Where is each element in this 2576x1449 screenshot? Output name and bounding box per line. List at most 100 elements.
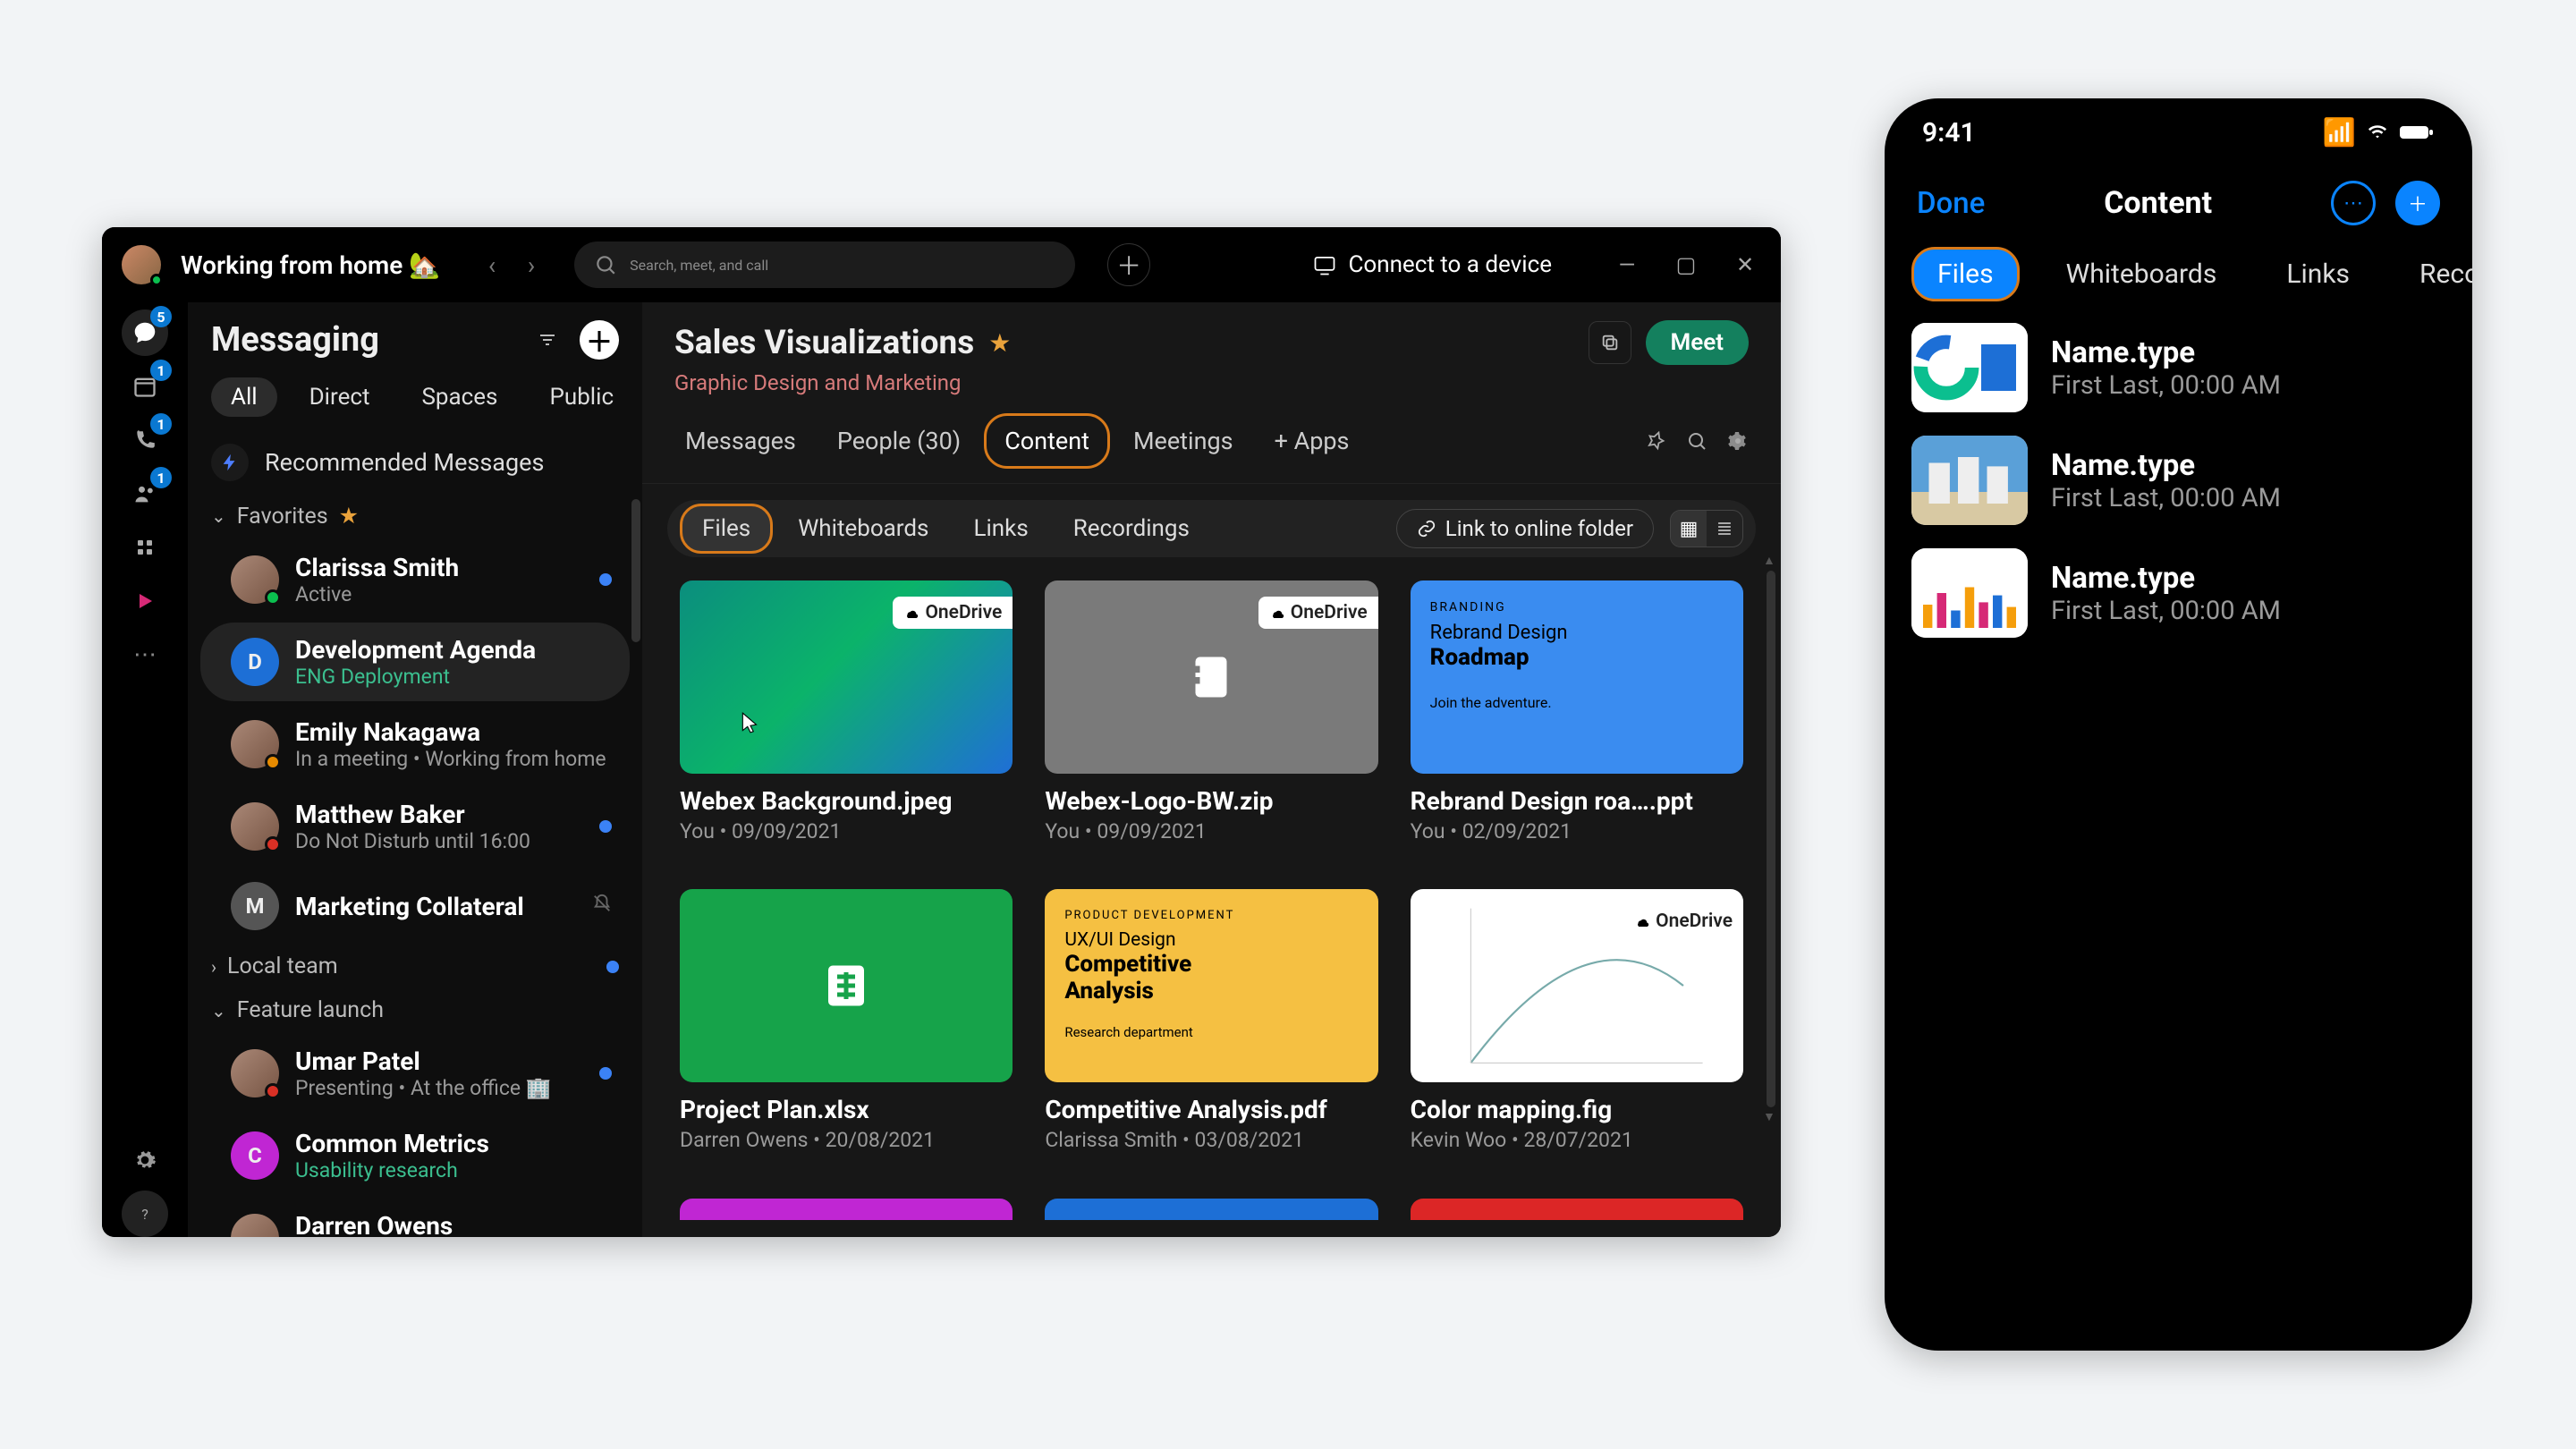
file-card[interactable]: OneDriveWebex-Logo-BW.zipYou • 09/09/202… (1045, 580, 1377, 860)
file-meta: First Last, 00:00 AM (2051, 370, 2281, 401)
subtab-recordings[interactable]: Recordings (1054, 506, 1209, 551)
file-meta: Clarissa Smith • 03/08/2021 (1045, 1128, 1377, 1152)
mobile-file-row[interactable]: Name.typeFirst Last, 00:00 AM (1911, 548, 2445, 638)
rail-help[interactable]: ? (122, 1191, 168, 1237)
add-button[interactable]: ＋ (1107, 243, 1150, 286)
copy-button[interactable] (1589, 321, 1631, 364)
conversation-item[interactable]: Clarissa SmithActive (200, 540, 630, 619)
avatar (231, 802, 279, 851)
user-status[interactable]: Working from home 🏡 (181, 250, 440, 280)
conversation-sub: Do Not Disturb until 16:00 (295, 829, 578, 853)
new-message-button[interactable]: ＋ (580, 320, 619, 360)
conversation-item[interactable]: DDevelopment AgendaENG Deployment (200, 623, 630, 701)
grid-icon (134, 537, 156, 558)
search-input[interactable]: Search, meet, and call (574, 242, 1075, 288)
conversation-name: Clarissa Smith (295, 553, 578, 582)
pin-icon[interactable] (1638, 423, 1674, 459)
tab-spaces[interactable]: Spaces (402, 377, 517, 417)
add-content-button[interactable]: ＋ (2395, 181, 2440, 225)
recommended-row[interactable]: Recommended Messages (188, 431, 642, 494)
copy-icon (1600, 333, 1620, 352)
user-avatar[interactable] (122, 245, 161, 284)
tab-messages[interactable]: Messages (667, 416, 814, 466)
done-button[interactable]: Done (1917, 186, 1985, 221)
avatar: D (231, 638, 279, 686)
conversation-item[interactable]: Umar PatelPresenting • At the office 🏢 (200, 1034, 630, 1113)
webex-desktop-window: Working from home 🏡 ‹ › Search, meet, an… (102, 227, 1781, 1237)
connect-device-button[interactable]: Connect to a device (1312, 251, 1552, 278)
grid-view-icon[interactable]: ▦ (1671, 511, 1707, 547)
tab-all[interactable]: All (211, 377, 277, 417)
rail-play[interactable] (122, 578, 168, 624)
tab-public[interactable]: Public (530, 377, 633, 417)
tab-people[interactable]: People (30) (819, 416, 979, 466)
view-toggle: ▦ ≣ (1670, 510, 1743, 547)
link-online-folder-button[interactable]: Link to online folder (1396, 509, 1654, 548)
filter-button[interactable] (528, 320, 567, 360)
file-meta: You • 02/09/2021 (1411, 819, 1743, 843)
m-tab-recordings[interactable]: Recordings (2396, 250, 2472, 299)
conversation-item[interactable]: Emily NakagawaIn a meeting • Working fro… (200, 705, 630, 784)
space-content: Sales Visualizations ★ Meet Graphic Desi… (642, 302, 1781, 1237)
file-meta: You • 09/09/2021 (1045, 819, 1377, 843)
search-in-space-icon[interactable] (1679, 423, 1715, 459)
subtab-links[interactable]: Links (953, 506, 1047, 551)
conversation-name: Emily Nakagawa (295, 717, 612, 747)
sidebar-filter-tabs: All Direct Spaces Public (188, 370, 642, 431)
subtab-whiteboards[interactable]: Whiteboards (778, 506, 948, 551)
window-minimize-icon[interactable]: ― (1611, 249, 1643, 281)
more-button[interactable]: ⋯ (2331, 181, 2376, 225)
avatar (231, 1214, 279, 1237)
conversation-item[interactable]: CCommon MetricsUsability research (200, 1116, 630, 1195)
window-close-icon[interactable]: ✕ (1729, 249, 1761, 281)
rail-messaging[interactable]: 5 (122, 309, 168, 356)
conversation-item[interactable]: MMarketing Collateral (200, 869, 630, 943)
rail-calendar[interactable]: 1 (122, 363, 168, 410)
tab-apps[interactable]: + Apps (1257, 416, 1368, 466)
space-tabs: Messages People (30) Content Meetings + … (642, 404, 1781, 484)
file-card[interactable]: OneDriveColor mapping.figKevin Woo • 28/… (1411, 889, 1743, 1169)
nav-back-icon[interactable]: ‹ (476, 249, 508, 281)
tab-direct[interactable]: Direct (290, 377, 390, 417)
section-feature-launch[interactable]: ⌄ Feature launch (188, 988, 642, 1032)
window-maximize-icon[interactable]: ▢ (1670, 249, 1702, 281)
favorite-star-icon[interactable]: ★ (988, 328, 1011, 358)
m-tab-links[interactable]: Links (2263, 250, 2373, 299)
file-name: Name.type (2051, 561, 2281, 596)
conversation-name: Matthew Baker (295, 800, 578, 829)
section-favorites[interactable]: ⌄ Favorites ★ (188, 494, 642, 538)
conversation-name: Common Metrics (295, 1129, 612, 1158)
file-card[interactable]: Project Plan.xlsxDarren Owens • 20/08/20… (680, 889, 1013, 1169)
subtab-files[interactable]: Files (680, 504, 773, 554)
m-tab-files[interactable]: Files (1911, 247, 2020, 301)
space-settings-icon[interactable] (1720, 423, 1756, 459)
rail-settings[interactable] (122, 1137, 168, 1183)
conversation-name: Darren Owens (295, 1211, 612, 1237)
rail-teams[interactable]: 1 (122, 470, 168, 517)
file-card[interactable]: PRODUCT DEVELOPMENTUX/UI DesignCompetiti… (1045, 889, 1377, 1169)
onedrive-badge: OneDrive (1258, 597, 1378, 629)
mobile-file-row[interactable]: Name.typeFirst Last, 00:00 AM (1911, 323, 2445, 412)
section-local-team[interactable]: › Local team (188, 945, 642, 988)
tab-meetings[interactable]: Meetings (1115, 416, 1251, 466)
tab-content[interactable]: Content (984, 413, 1110, 469)
content-subtabs: Files Whiteboards Links Recordings Link … (667, 500, 1756, 557)
meet-button[interactable]: Meet (1646, 320, 1749, 365)
conversation-item[interactable]: Darren OwensIn a call • Working from hom… (200, 1199, 630, 1237)
conversation-item[interactable]: Matthew BakerDo Not Disturb until 16:00 (200, 787, 630, 866)
m-tab-whiteboards[interactable]: Whiteboards (2043, 250, 2241, 299)
main-scrollbar[interactable]: ▲▼ (1767, 571, 1775, 1107)
nav-forward-icon[interactable]: › (515, 249, 547, 281)
list-view-icon[interactable]: ≣ (1707, 511, 1742, 547)
conversation-sub: Presenting • At the office 🏢 (295, 1076, 578, 1100)
messaging-sidebar: Messaging ＋ All Direct Spaces Public Rec… (188, 302, 642, 1237)
file-card[interactable]: BRANDINGRebrand DesignRoadmapJoin the ad… (1411, 580, 1743, 860)
file-card[interactable]: OneDriveWebex Background.jpegYou • 09/09… (680, 580, 1013, 860)
rail-calling[interactable]: 1 (122, 417, 168, 463)
rail-more[interactable]: ⋯ (122, 631, 168, 678)
rail-apps[interactable] (122, 524, 168, 571)
mobile-file-row[interactable]: Name.typeFirst Last, 00:00 AM (1911, 436, 2445, 525)
sidebar-scrollbar[interactable] (631, 499, 640, 642)
file-thumbnail: OneDrive (1045, 580, 1377, 774)
webex-mobile-window: 9:41 📶 Done Content ⋯ ＋ Files Whiteboard… (1885, 98, 2472, 1351)
